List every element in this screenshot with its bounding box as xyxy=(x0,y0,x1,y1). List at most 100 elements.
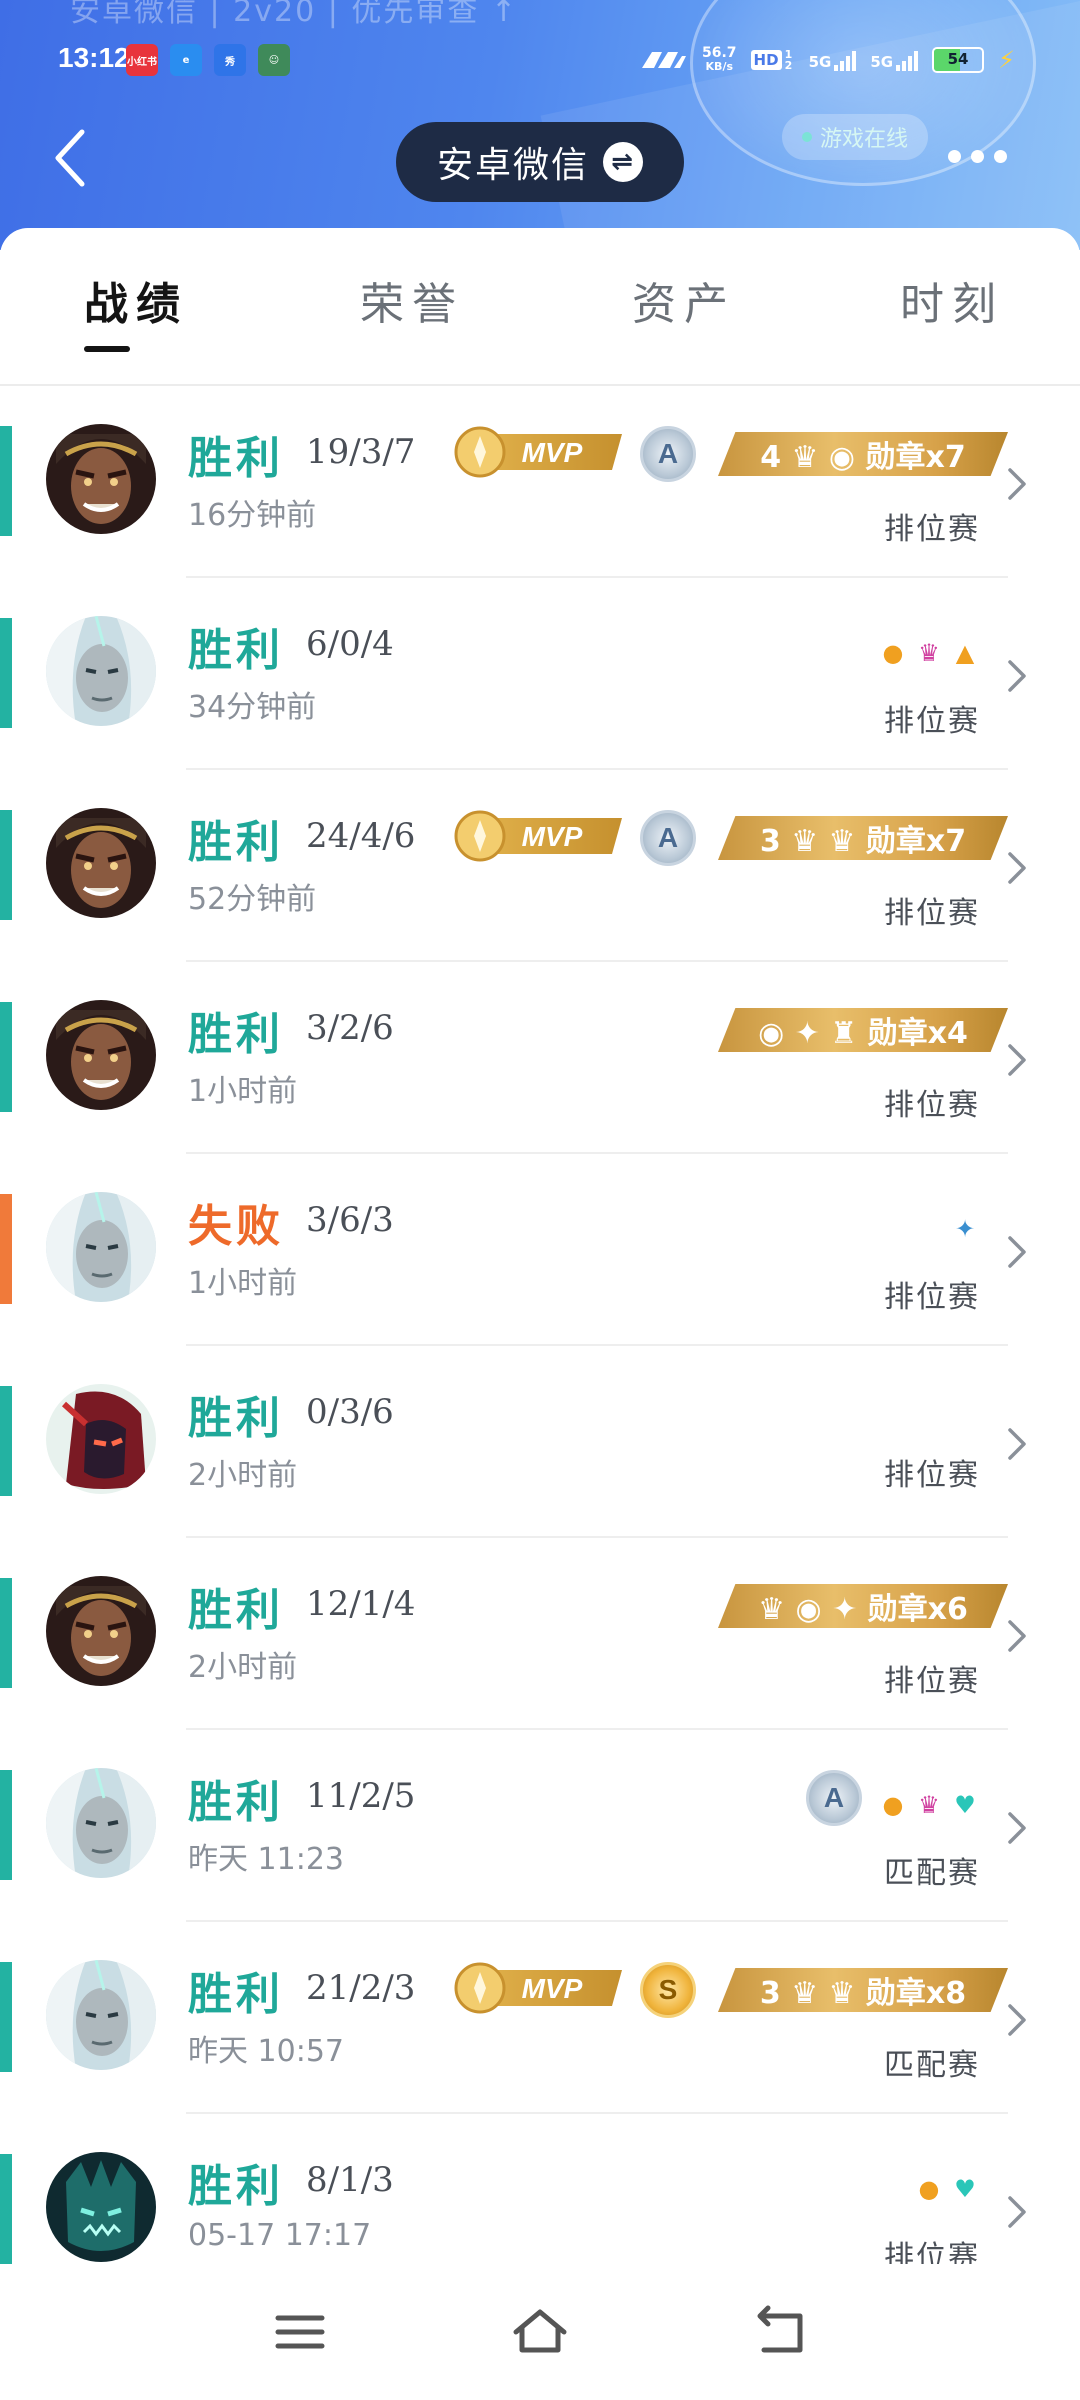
mvp-badge: MVP xyxy=(454,1962,624,2014)
chevron-right-icon xyxy=(1008,1620,1026,1652)
match-time: 34分钟前 xyxy=(188,690,317,725)
match-row[interactable]: 胜利 12/1/4 2小时前 ♛ ◉ ✦ 勋章x6 排位赛 xyxy=(0,1538,1080,1730)
home-icon[interactable] xyxy=(510,2304,570,2360)
online-status-badge: 游戏在线 xyxy=(782,114,929,160)
match-result: 胜利 xyxy=(188,1777,284,1828)
tab-bar: 战绩 荣誉 资产 时刻 xyxy=(0,228,1080,386)
match-mode: 排位赛 xyxy=(884,896,980,931)
honor-icon: ● xyxy=(882,639,904,667)
match-mode: 匹配赛 xyxy=(884,2048,980,2083)
match-row[interactable]: 失败 3/6/3 1小时前 ✦ 排位赛 xyxy=(0,1154,1080,1346)
menu-icon[interactable] xyxy=(270,2304,330,2360)
hero-avatar xyxy=(46,1192,156,1302)
tab-records[interactable]: 战绩 xyxy=(84,268,188,332)
honor-icon: ✦ xyxy=(954,1215,976,1243)
hero-avatar xyxy=(46,2152,156,2262)
match-kda: 6/0/4 xyxy=(306,624,394,664)
net-type-1: 5G xyxy=(808,53,832,71)
network-speed-unit: KB/s xyxy=(705,60,734,73)
honor-icons: ● ♛ ▲ xyxy=(878,638,980,668)
match-row[interactable]: 胜利 21/2/3 昨天 10:57 MVP S 3 ♛ ♛ 勋章x8 匹配赛 xyxy=(0,1922,1080,2114)
more-dots-icon[interactable] xyxy=(948,150,1007,163)
hero-avatar xyxy=(46,424,156,534)
match-result: 胜利 xyxy=(188,433,284,484)
match-row[interactable]: 胜利 3/2/6 1小时前 ◉ ✦ ♜ 勋章x4 排位赛 xyxy=(0,962,1080,1154)
match-row[interactable]: 胜利 6/0/4 34分钟前 ● ♛ ▲ 排位赛 xyxy=(0,578,1080,770)
network-brand-icon xyxy=(642,52,686,68)
honor-icon: ♥ xyxy=(954,2175,976,2203)
chevron-right-icon xyxy=(1008,468,1026,500)
grade-badge: A xyxy=(640,810,696,866)
status-time: 13:12 xyxy=(58,42,130,73)
match-result: 失败 xyxy=(188,1201,284,1252)
status-app-icons: 小红书 e 秀 ☺ xyxy=(126,44,290,76)
tab-assets[interactable]: 资产 xyxy=(632,268,736,332)
hero-avatar xyxy=(46,1384,156,1494)
signal-bars-icon xyxy=(834,49,857,71)
active-tab-indicator xyxy=(84,346,130,352)
hero-avatar xyxy=(46,808,156,918)
match-mode: 匹配赛 xyxy=(884,1856,980,1891)
grade-badge: S xyxy=(640,1962,696,2018)
xiu-icon: 秀 xyxy=(214,44,246,76)
match-time: 2小时前 xyxy=(188,1650,298,1685)
match-time: 昨天 10:57 xyxy=(188,2034,344,2069)
match-kda: 24/4/6 xyxy=(306,816,416,856)
medal-badge: 4 ♛ ◉ 勋章x7 xyxy=(718,432,1008,476)
match-result: 胜利 xyxy=(188,1009,284,1060)
match-row[interactable]: 胜利 0/3/6 2小时前 排位赛 xyxy=(0,1346,1080,1538)
honor-icon: ♥ xyxy=(954,1791,976,1819)
tab-moments[interactable]: 时刻 xyxy=(900,268,1004,332)
match-row[interactable]: 胜利 24/4/6 52分钟前 MVP A 3 ♛ ♛ 勋章x7 排位赛 xyxy=(0,770,1080,962)
match-time: 1小时前 xyxy=(188,1074,298,1109)
match-result: 胜利 xyxy=(188,817,284,868)
match-result: 胜利 xyxy=(188,625,284,676)
chevron-right-icon xyxy=(1008,1428,1026,1460)
status-indicators: 56.7 KB/s HD 1 2 5G 5G 54 ⚡ xyxy=(640,40,1015,80)
result-indicator-bar xyxy=(0,1386,12,1496)
chevron-right-icon xyxy=(1008,660,1026,692)
result-indicator-bar xyxy=(0,618,12,728)
match-mode: 排位赛 xyxy=(884,512,980,547)
hd-indicator: HD 1 2 xyxy=(750,48,795,72)
signal-bars-icon xyxy=(896,49,919,71)
hd-sub: 1 2 xyxy=(784,48,793,72)
result-indicator-bar xyxy=(0,426,12,536)
chevron-right-icon xyxy=(1008,852,1026,884)
signal-2: 5G xyxy=(870,49,919,71)
match-result: 胜利 xyxy=(188,2161,284,2212)
match-kda: 8/1/3 xyxy=(306,2160,394,2200)
match-result: 胜利 xyxy=(188,1393,284,1444)
honor-icon: ● xyxy=(882,1791,904,1819)
result-indicator-bar xyxy=(0,1770,12,1880)
charging-icon: ⚡ xyxy=(998,46,1015,74)
grade-badge: A xyxy=(806,1770,862,1826)
match-mode: 排位赛 xyxy=(884,1664,980,1699)
back-arrow-icon[interactable] xyxy=(50,128,90,188)
signal-1: 5G xyxy=(809,49,857,71)
status-faded-text: 安卓微信 | 2v20 | 优先审查 ↑ xyxy=(70,0,519,29)
match-result: 胜利 xyxy=(188,1585,284,1636)
mvp-badge: MVP xyxy=(454,426,624,478)
tab-honors[interactable]: 荣誉 xyxy=(360,268,464,332)
result-indicator-bar xyxy=(0,1002,12,1112)
match-kda: 0/3/6 xyxy=(306,1392,394,1432)
account-switch-button[interactable]: 安卓微信 ⇌ xyxy=(396,122,684,202)
match-row[interactable]: 胜利 11/2/5 昨天 11:23 A ● ♛ ♥ 匹配赛 xyxy=(0,1730,1080,1922)
grade-badge: A xyxy=(640,426,696,482)
match-mode: 排位赛 xyxy=(884,1280,980,1315)
honor-icon: ♛ xyxy=(918,639,940,667)
online-dot-icon xyxy=(802,132,812,142)
chevron-right-icon xyxy=(1008,1236,1026,1268)
hero-avatar xyxy=(46,1576,156,1686)
honor-icon: ▲ xyxy=(955,639,975,667)
honor-icons: ● ♥ xyxy=(914,2174,980,2204)
result-indicator-bar xyxy=(0,1194,12,1304)
svg-text:MVP: MVP xyxy=(522,1973,583,2004)
match-row[interactable]: 胜利 19/3/7 16分钟前 MVP A 4 ♛ ◉ 勋章x7 排位赛 xyxy=(0,386,1080,578)
match-time: 05-17 17:17 xyxy=(188,2218,372,2253)
hero-avatar xyxy=(46,1000,156,1110)
xiaohongshu-icon: 小红书 xyxy=(126,44,158,76)
back-nav-icon[interactable] xyxy=(750,2304,810,2360)
battery-level: 54 xyxy=(947,50,969,68)
